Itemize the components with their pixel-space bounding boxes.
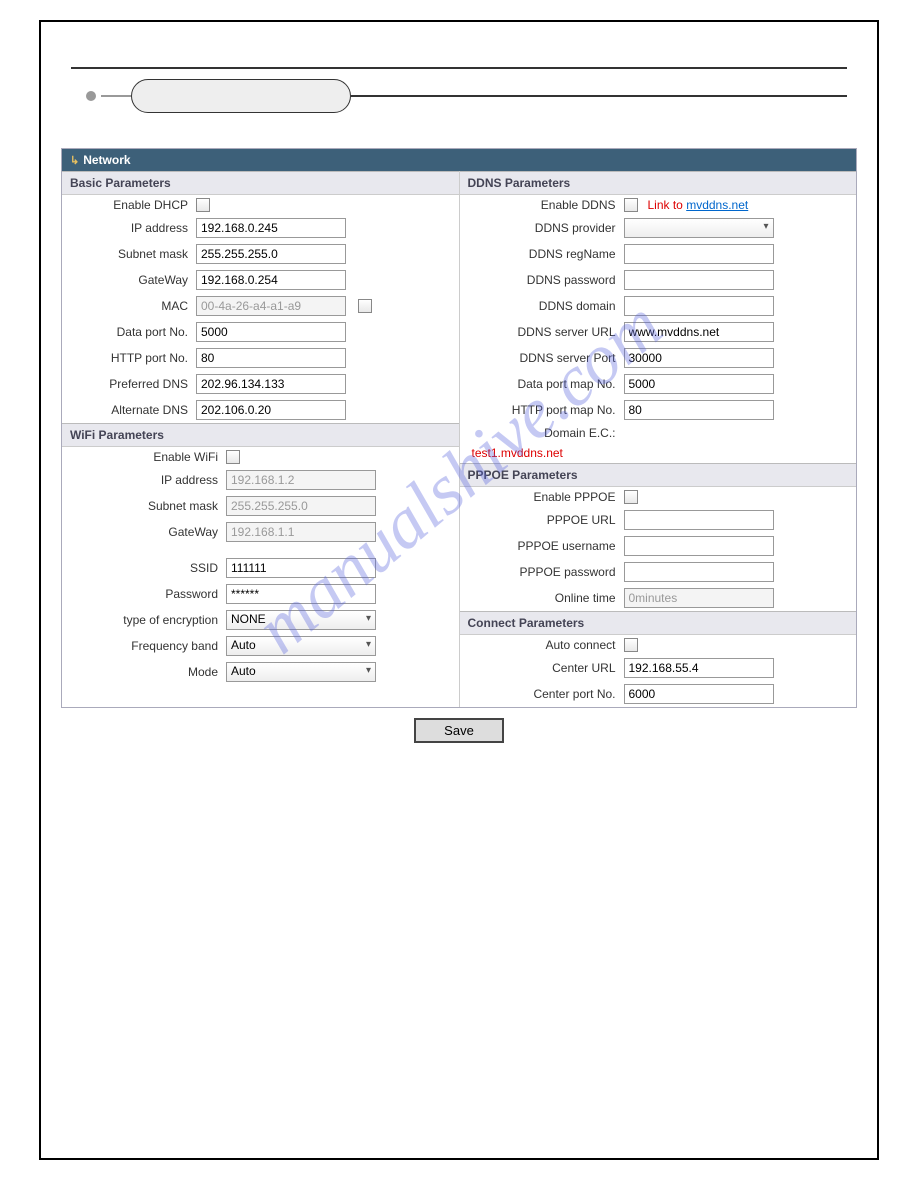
- http-port-map-input[interactable]: [624, 400, 774, 420]
- online-time-input: [624, 588, 774, 608]
- ddns-server-url-label: DDNS server URL: [464, 325, 624, 339]
- center-url-label: Center URL: [464, 661, 624, 675]
- mvddns-link[interactable]: mvddns.net: [686, 198, 748, 212]
- subnet-mask-input[interactable]: [196, 244, 346, 264]
- data-port-input[interactable]: [196, 322, 346, 342]
- arrow-icon: ↳: [70, 154, 79, 167]
- network-panel: ↳ Network Basic Parameters Enable DHCP I…: [61, 148, 857, 708]
- wifi-password-label: Password: [66, 587, 226, 601]
- panel-titlebar: ↳ Network: [62, 149, 856, 171]
- wifi-ip-input[interactable]: [226, 470, 376, 490]
- http-port-map-label: HTTP port map No.: [464, 403, 624, 417]
- ddns-server-port-input[interactable]: [624, 348, 774, 368]
- enable-ddns-label: Enable DDNS: [464, 198, 624, 212]
- subnet-mask-label: Subnet mask: [66, 247, 196, 261]
- section-pill: [131, 79, 351, 113]
- pppoe-url-label: PPPOE URL: [464, 513, 624, 527]
- enable-ddns-checkbox[interactable]: [624, 198, 638, 212]
- ddns-domain-input[interactable]: [624, 296, 774, 316]
- preferred-dns-input[interactable]: [196, 374, 346, 394]
- pppoe-url-input[interactable]: [624, 510, 774, 530]
- pppoe-username-label: PPPOE username: [464, 539, 624, 553]
- gateway-label: GateWay: [66, 273, 196, 287]
- ddns-server-port-label: DDNS server Port: [464, 351, 624, 365]
- mac-checkbox[interactable]: [358, 299, 372, 313]
- center-port-label: Center port No.: [464, 687, 624, 701]
- wifi-ip-label: IP address: [66, 473, 226, 487]
- encryption-type-select[interactable]: NONE: [226, 610, 376, 630]
- ddns-domain-label: DDNS domain: [464, 299, 624, 313]
- bullet-icon: [86, 91, 96, 101]
- mode-select[interactable]: Auto: [226, 662, 376, 682]
- ddns-provider-select[interactable]: [624, 218, 774, 238]
- wifi-gateway-input[interactable]: [226, 522, 376, 542]
- alternate-dns-label: Alternate DNS: [66, 403, 196, 417]
- auto-connect-label: Auto connect: [464, 638, 624, 652]
- enable-wifi-checkbox[interactable]: [226, 450, 240, 464]
- domain-ec-value: test1.mvddns.net: [464, 446, 563, 460]
- frequency-band-select[interactable]: Auto: [226, 636, 376, 656]
- link-to-text: Link to mvddns.net: [648, 198, 749, 212]
- encryption-type-label: type of encryption: [66, 613, 226, 627]
- save-button[interactable]: Save: [414, 718, 504, 743]
- http-port-input[interactable]: [196, 348, 346, 368]
- pppoe-password-label: PPPOE password: [464, 565, 624, 579]
- pppoe-parameters-header: PPPOE Parameters: [460, 463, 857, 487]
- ssid-input[interactable]: [226, 558, 376, 578]
- connect-parameters-header: Connect Parameters: [460, 611, 857, 635]
- enable-wifi-label: Enable WiFi: [66, 450, 226, 464]
- frequency-band-label: Frequency band: [66, 639, 226, 653]
- mode-label: Mode: [66, 665, 226, 679]
- ip-address-label: IP address: [66, 221, 196, 235]
- wifi-password-input[interactable]: [226, 584, 376, 604]
- pppoe-password-input[interactable]: [624, 562, 774, 582]
- mac-label: MAC: [66, 299, 196, 313]
- ddns-password-input[interactable]: [624, 270, 774, 290]
- enable-pppoe-label: Enable PPPOE: [464, 490, 624, 504]
- center-url-input[interactable]: [624, 658, 774, 678]
- data-port-map-input[interactable]: [624, 374, 774, 394]
- wifi-subnet-label: Subnet mask: [66, 499, 226, 513]
- ddns-password-label: DDNS password: [464, 273, 624, 287]
- mac-input: [196, 296, 346, 316]
- ddns-regname-input[interactable]: [624, 244, 774, 264]
- ssid-label: SSID: [66, 561, 226, 575]
- enable-pppoe-checkbox[interactable]: [624, 490, 638, 504]
- data-port-label: Data port No.: [66, 325, 196, 339]
- wifi-gateway-label: GateWay: [66, 525, 226, 539]
- ip-address-input[interactable]: [196, 218, 346, 238]
- http-port-label: HTTP port No.: [66, 351, 196, 365]
- gateway-input[interactable]: [196, 270, 346, 290]
- panel-title: Network: [83, 153, 130, 167]
- wifi-subnet-input[interactable]: [226, 496, 376, 516]
- ddns-provider-label: DDNS provider: [464, 221, 624, 235]
- wifi-parameters-header: WiFi Parameters: [62, 423, 459, 447]
- auto-connect-checkbox[interactable]: [624, 638, 638, 652]
- domain-ec-label: Domain E.C.:: [464, 426, 624, 440]
- preferred-dns-label: Preferred DNS: [66, 377, 196, 391]
- enable-dhcp-label: Enable DHCP: [66, 198, 196, 212]
- online-time-label: Online time: [464, 591, 624, 605]
- ddns-server-url-input[interactable]: [624, 322, 774, 342]
- data-port-map-label: Data port map No.: [464, 377, 624, 391]
- basic-parameters-header: Basic Parameters: [62, 171, 459, 195]
- ddns-parameters-header: DDNS Parameters: [460, 171, 857, 195]
- pppoe-username-input[interactable]: [624, 536, 774, 556]
- enable-dhcp-checkbox[interactable]: [196, 198, 210, 212]
- center-port-input[interactable]: [624, 684, 774, 704]
- ddns-regname-label: DDNS regName: [464, 247, 624, 261]
- alternate-dns-input[interactable]: [196, 400, 346, 420]
